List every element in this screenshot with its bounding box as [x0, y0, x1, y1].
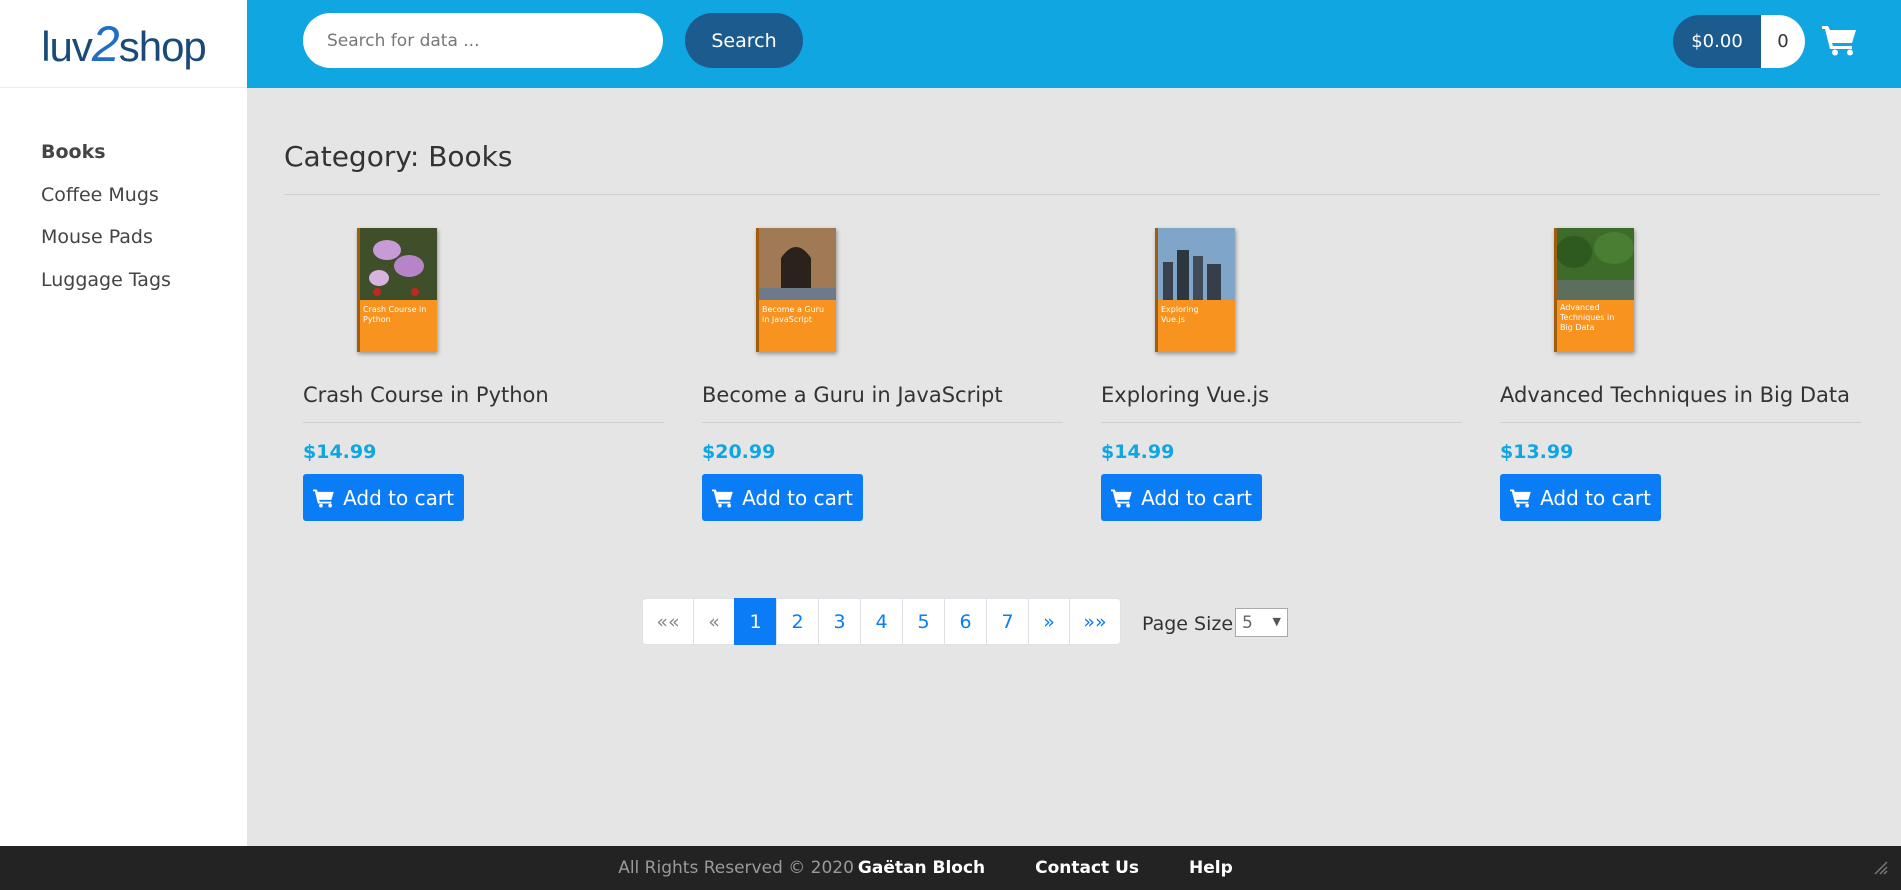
search-input[interactable]	[303, 13, 663, 68]
shopping-cart-icon	[712, 488, 733, 507]
shopping-cart-icon	[1111, 488, 1132, 507]
divider	[284, 194, 1880, 195]
main-content: Category: Books Crash Course in Python C…	[247, 88, 1901, 846]
cart-total-price: $0.00	[1673, 15, 1761, 68]
svg-text:Big Data: Big Data	[1560, 323, 1595, 332]
product-name[interactable]: Become a Guru in JavaScript	[702, 383, 1003, 407]
contact-us-link[interactable]: Contact Us	[1035, 858, 1139, 878]
svg-text:Python: Python	[363, 315, 391, 324]
svg-text:Advanced: Advanced	[1560, 303, 1600, 312]
pagination-page-7[interactable]: 7	[986, 598, 1029, 645]
shopping-cart-icon	[1510, 488, 1531, 507]
top-header: Search $0.00 0	[247, 0, 1901, 88]
svg-text:in JavaScript: in JavaScript	[762, 315, 812, 324]
add-to-cart-button[interactable]: Add to cart	[303, 474, 464, 521]
page-size-label: Page Size	[1142, 613, 1234, 635]
help-link[interactable]: Help	[1189, 858, 1233, 878]
add-to-cart-button[interactable]: Add to cart	[702, 474, 863, 521]
luv2shop-logo[interactable]: luv2shop	[41, 15, 207, 73]
add-to-cart-label: Add to cart	[742, 485, 853, 510]
product-name[interactable]: Advanced Techniques in Big Data	[1500, 383, 1850, 407]
add-to-cart-label: Add to cart	[1540, 485, 1651, 510]
product-image[interactable]: Exploring Vue.js	[1155, 228, 1235, 352]
category-item-luggage-tags[interactable]: Luggage Tags	[41, 269, 247, 312]
search-button[interactable]: Search	[685, 13, 803, 68]
product-name[interactable]: Exploring Vue.js	[1101, 383, 1269, 407]
add-to-cart-button[interactable]: Add to cart	[1500, 474, 1661, 521]
svg-text:Exploring: Exploring	[1161, 305, 1199, 314]
shopping-cart-icon[interactable]	[1822, 24, 1858, 56]
svg-text:Become a Guru: Become a Guru	[762, 305, 824, 314]
svg-text:Vue.js: Vue.js	[1161, 315, 1185, 324]
divider	[303, 422, 664, 423]
pagination-last[interactable]: »»	[1069, 598, 1121, 645]
pagination-next[interactable]: »	[1028, 598, 1070, 645]
product-image[interactable]: Become a Guru in JavaScript	[756, 228, 836, 352]
divider	[1500, 422, 1861, 423]
pagination-page-1[interactable]: 1	[734, 598, 777, 645]
pagination-first[interactable]: ««	[642, 598, 694, 645]
pagination-page-6[interactable]: 6	[944, 598, 987, 645]
page-size-select[interactable]: 5 ▼	[1235, 608, 1288, 637]
product-name[interactable]: Crash Course in Python	[303, 383, 549, 407]
add-to-cart-label: Add to cart	[1141, 485, 1252, 510]
resize-handle-icon[interactable]	[1873, 860, 1889, 876]
author-link[interactable]: Gaëtan Bloch	[858, 858, 985, 878]
category-item-mouse-pads[interactable]: Mouse Pads	[41, 226, 247, 269]
product-image[interactable]: Advanced Techniques in Big Data	[1554, 228, 1634, 352]
pagination-page-3[interactable]: 3	[818, 598, 861, 645]
cart-status[interactable]: $0.00 0	[1673, 15, 1805, 68]
product-price: $14.99	[303, 441, 377, 463]
svg-text:Techniques in: Techniques in	[1559, 313, 1614, 322]
product-image[interactable]: Crash Course in Python	[357, 228, 437, 352]
pagination-prev[interactable]: «	[693, 598, 735, 645]
category-item-books[interactable]: Books	[41, 141, 247, 184]
pagination-page-2[interactable]: 2	[776, 598, 819, 645]
pagination-page-5[interactable]: 5	[902, 598, 945, 645]
add-to-cart-label: Add to cart	[343, 485, 454, 510]
copyright-text: All Rights Reserved © 2020	[618, 858, 854, 878]
page-title: Category: Books	[284, 140, 513, 173]
cart-total-quantity: 0	[1761, 15, 1805, 68]
sidebar: luv2shop Books Coffee Mugs Mouse Pads Lu…	[0, 0, 247, 846]
product-price: $13.99	[1500, 441, 1574, 463]
product-price: $20.99	[702, 441, 776, 463]
add-to-cart-button[interactable]: Add to cart	[1101, 474, 1262, 521]
shopping-cart-icon	[313, 488, 334, 507]
logo-container[interactable]: luv2shop	[0, 0, 247, 88]
footer: All Rights Reserved © 2020 Gaëtan Bloch …	[0, 846, 1901, 890]
svg-text:Crash Course in: Crash Course in	[363, 305, 426, 314]
pagination-page-4[interactable]: 4	[860, 598, 903, 645]
divider	[1101, 422, 1462, 423]
chevron-down-icon: ▼	[1272, 615, 1281, 628]
pagination: «« « 1 2 3 4 5 6 7 » »»	[642, 598, 1121, 645]
page-size-value: 5	[1242, 612, 1253, 633]
category-list: Books Coffee Mugs Mouse Pads Luggage Tag…	[0, 88, 247, 311]
product-price: $14.99	[1101, 441, 1175, 463]
category-item-coffee-mugs[interactable]: Coffee Mugs	[41, 184, 247, 227]
divider	[702, 422, 1063, 423]
